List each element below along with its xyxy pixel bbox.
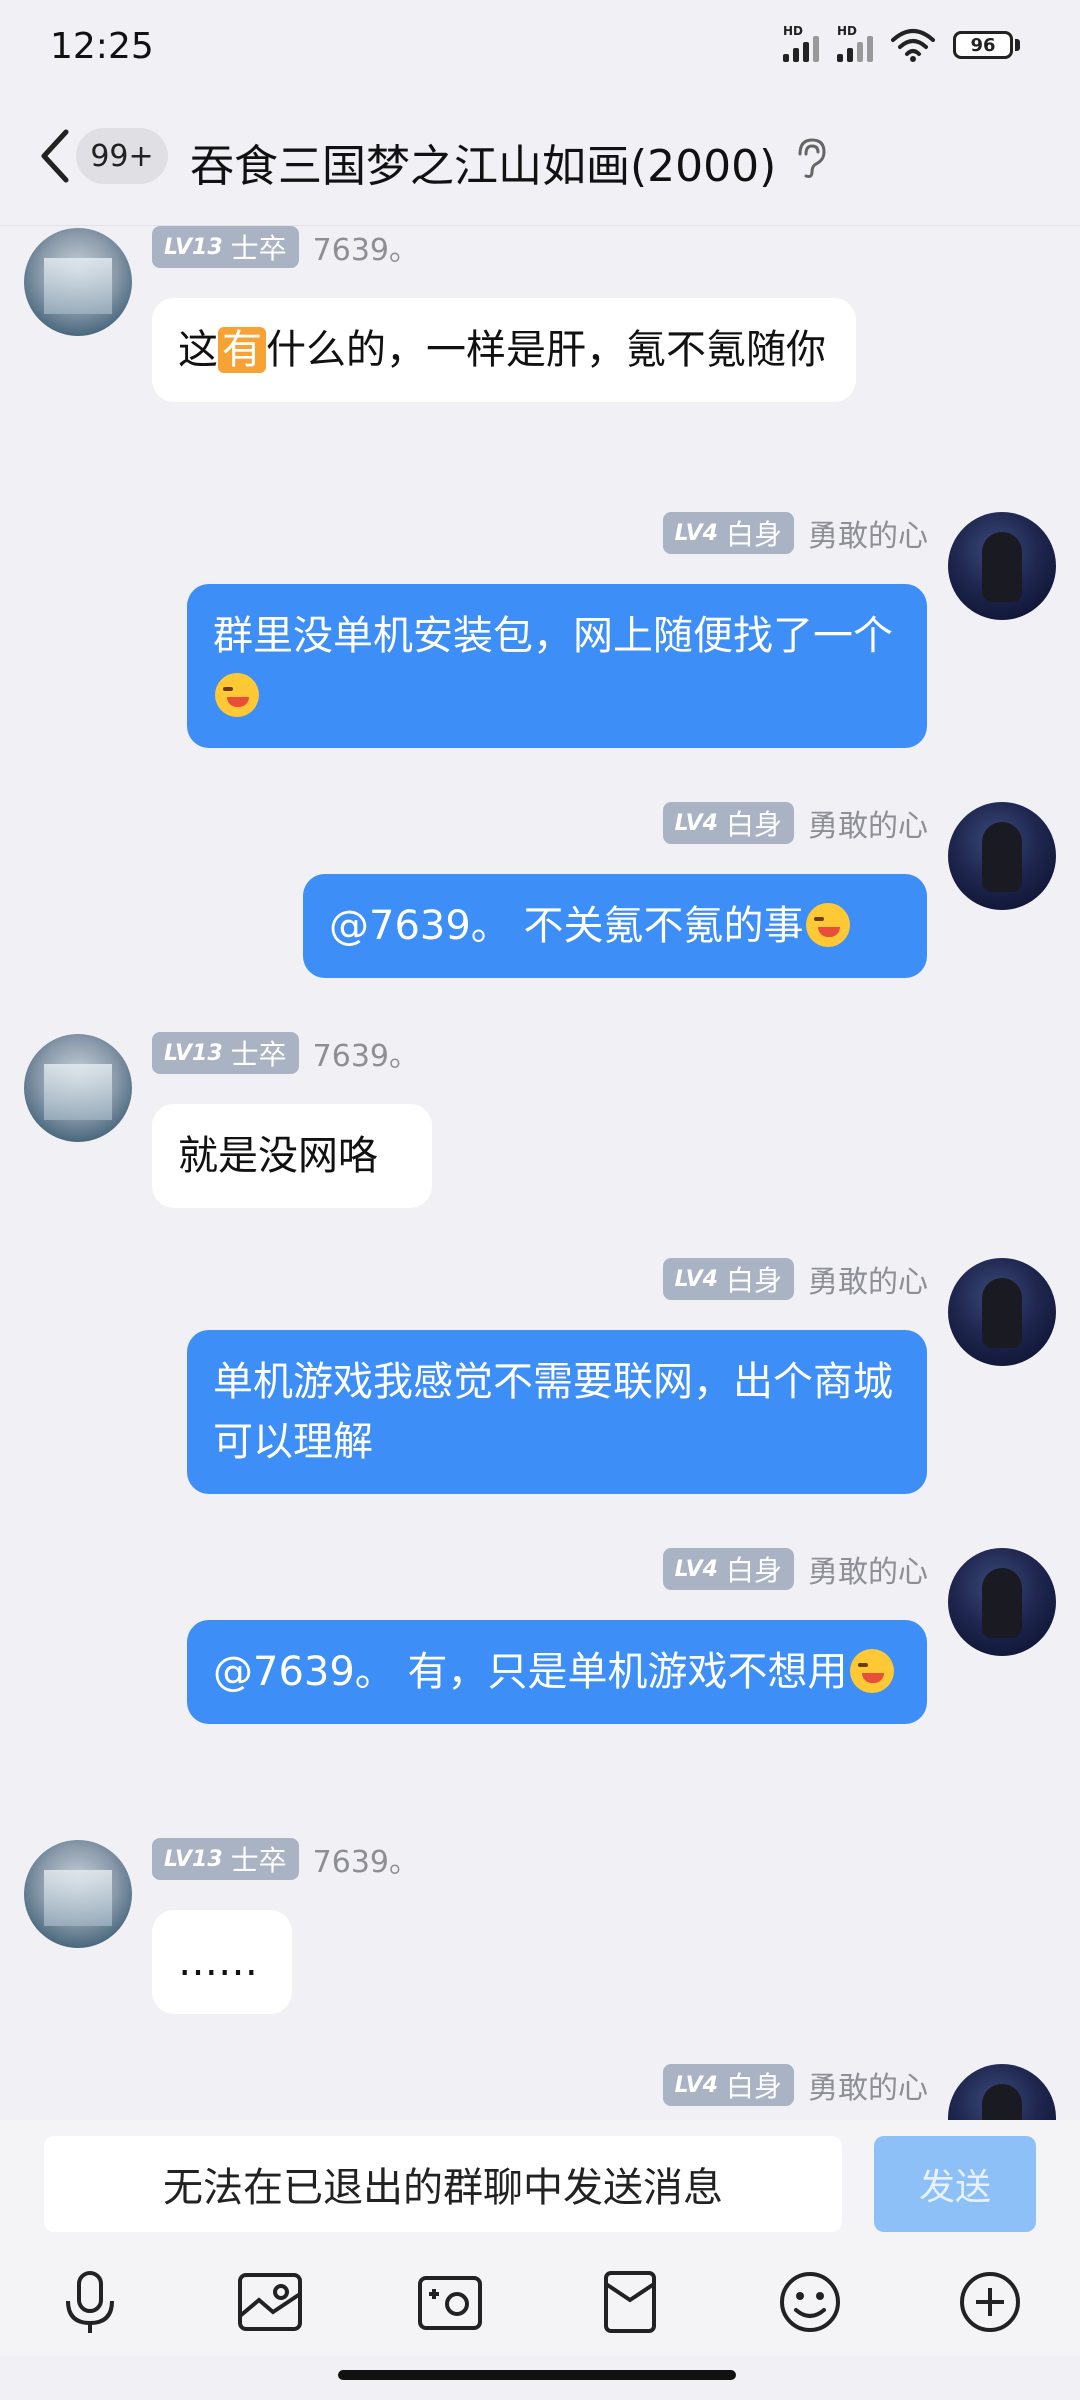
laughing-emoji-icon xyxy=(849,1649,894,1693)
message-meta: LV13 士卒 7639。 xyxy=(152,1838,419,1880)
level-badge: LV4 白身 xyxy=(662,1548,794,1590)
avatar[interactable] xyxy=(24,228,132,336)
status-bar: 12:25 HD HD 96 xyxy=(0,0,1080,100)
message-bubble[interactable]: 就是没网咯 xyxy=(152,1104,432,1208)
message-meta: LV4 白身 勇敢的心 xyxy=(662,2064,928,2106)
plus-icon[interactable] xyxy=(954,2266,1026,2338)
battery-level: 96 xyxy=(953,31,1013,59)
avatar[interactable] xyxy=(24,1034,132,1142)
image-icon[interactable] xyxy=(234,2266,306,2338)
level-badge: LV13 士卒 xyxy=(152,1032,299,1074)
wifi-icon xyxy=(891,29,935,62)
laughing-emoji-icon xyxy=(215,673,259,717)
sender-nickname: 7639。 xyxy=(312,1039,420,1074)
chevron-left-icon xyxy=(41,129,69,183)
camera-icon[interactable] xyxy=(414,2266,486,2338)
level-badge: LV13 士卒 xyxy=(152,226,299,268)
sender-nickname: 勇敢的心 xyxy=(808,519,928,554)
input-bar: 无法在已退出的群聊中发送消息 发送 xyxy=(0,2120,1080,2246)
battery-icon: 96 xyxy=(953,31,1020,59)
emoji-icon[interactable] xyxy=(774,2266,846,2338)
chat-header: 99+ 吞食三国梦之江山如画(2000) xyxy=(0,100,1080,226)
message-meta: LV13 士卒 7639。 xyxy=(152,1032,419,1074)
microphone-icon[interactable] xyxy=(54,2266,126,2338)
avatar[interactable] xyxy=(948,1258,1056,1366)
level-badge: LV4 白身 xyxy=(662,802,794,844)
message-meta: LV4 白身 勇敢的心 xyxy=(662,512,928,554)
sender-nickname: 勇敢的心 xyxy=(808,1555,928,1590)
red-packet-icon[interactable] xyxy=(594,2266,666,2338)
laughing-emoji-icon xyxy=(805,903,850,947)
sender-nickname: 7639。 xyxy=(312,1845,420,1880)
ear-icon xyxy=(798,138,826,178)
send-button[interactable]: 发送 xyxy=(874,2136,1036,2232)
message-bubble[interactable]: 这有什么的，一样是肝，氪不氪随你 xyxy=(152,298,856,402)
chat-screen: 12:25 HD HD 96 99+ 吞食三国梦之江山如画(2000) LV13… xyxy=(0,0,1080,2400)
highlighted-word: 有 xyxy=(218,327,266,373)
message-bubble[interactable]: 单机游戏我感觉不需要联网，出个商城可以理解 xyxy=(187,1330,927,1494)
message-bubble[interactable]: …… xyxy=(152,1910,292,2014)
input-toolbar xyxy=(0,2246,1080,2356)
avatar[interactable] xyxy=(948,2064,1056,2120)
home-indicator[interactable] xyxy=(338,2370,736,2380)
avatar[interactable] xyxy=(948,802,1056,910)
message-meta: LV4 白身 勇敢的心 xyxy=(662,1258,928,1300)
level-badge: LV13 士卒 xyxy=(152,1838,299,1880)
level-badge: LV4 白身 xyxy=(662,2064,794,2106)
unread-badge[interactable]: 99+ xyxy=(76,128,168,184)
sender-nickname: 勇敢的心 xyxy=(808,1265,928,1300)
sender-nickname: 7639。 xyxy=(312,233,420,268)
status-icons: HD HD 96 xyxy=(783,24,1020,62)
hd-label-2: HD xyxy=(837,24,858,38)
level-badge: LV4 白身 xyxy=(662,1258,794,1300)
message-meta: LV4 白身 勇敢的心 xyxy=(662,1548,928,1590)
signal-1-icon: HD xyxy=(783,24,819,62)
avatar[interactable] xyxy=(24,1840,132,1948)
back-button[interactable] xyxy=(30,126,80,186)
sender-nickname: 勇敢的心 xyxy=(808,2071,928,2106)
message-bubble[interactable]: 群里没单机安装包，网上随便找了一个 xyxy=(187,584,927,748)
avatar[interactable] xyxy=(948,1548,1056,1656)
message-list[interactable]: LV13 士卒 7639。 这有什么的，一样是肝，氪不氪随你 LV4 白身 勇敢的心… xyxy=(0,226,1080,2120)
message-bubble[interactable]: @7639。 有，只是单机游戏不想用 xyxy=(187,1620,927,1724)
message-input-disabled[interactable]: 无法在已退出的群聊中发送消息 xyxy=(44,2136,842,2232)
sender-nickname: 勇敢的心 xyxy=(808,809,928,844)
status-time: 12:25 xyxy=(50,26,154,67)
page-title: 吞食三国梦之江山如画(2000) xyxy=(190,141,777,192)
hd-label: HD xyxy=(783,24,804,38)
avatar[interactable] xyxy=(948,512,1056,620)
level-badge: LV4 白身 xyxy=(662,512,794,554)
message-bubble[interactable]: @7639。 不关氪不氪的事 xyxy=(303,874,927,978)
message-meta: LV4 白身 勇敢的心 xyxy=(662,802,928,844)
signal-2-icon: HD xyxy=(837,24,873,62)
message-meta: LV13 士卒 7639。 xyxy=(152,226,419,268)
